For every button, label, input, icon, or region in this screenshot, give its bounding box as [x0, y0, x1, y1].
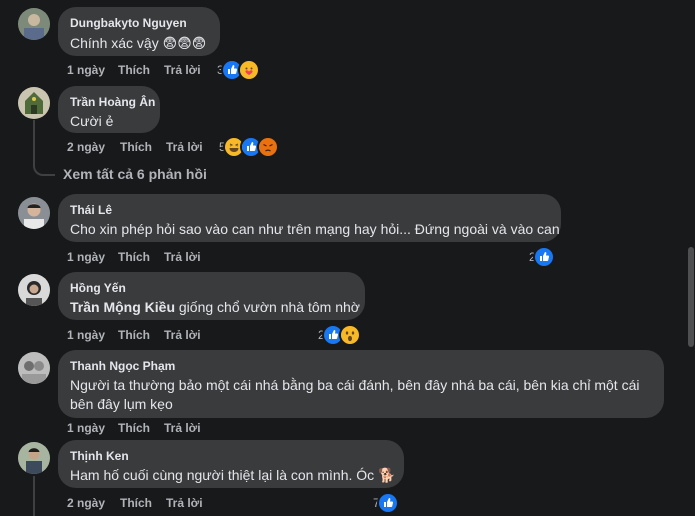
comment-author[interactable]: Hồng Yến: [70, 280, 353, 296]
comment-text: Người ta thường bảo một cái nhá bằng ba …: [70, 377, 640, 412]
like-button[interactable]: Thích: [118, 249, 164, 265]
comment-text: Chính xác vậy 😨😨😨: [70, 35, 207, 51]
comment-actions: 1 ngày Thích Trả lời: [67, 249, 201, 265]
comment-bubble: Thịnh Ken Ham hố cuối cùng người thiệt l…: [58, 440, 404, 488]
reaction-summary[interactable]: 7: [373, 492, 399, 514]
like-button[interactable]: Thích: [118, 327, 164, 343]
thread-elbow: [33, 150, 55, 176]
comment-text-body: giống chổ vườn nhà tôm nhờ: [175, 299, 360, 315]
comment-bubble: Dungbakyto Nguyen Chính xác vậy 😨😨😨: [58, 7, 220, 56]
scrollbar-thumb[interactable]: [688, 247, 694, 347]
comment-time[interactable]: 1 ngày: [67, 327, 119, 343]
angry-icon: [256, 136, 279, 158]
comment-time[interactable]: 1 ngày: [67, 62, 119, 78]
mention-link[interactable]: Trần Mộng Kiều: [70, 299, 175, 315]
scrollbar[interactable]: [687, 0, 695, 516]
comment-author[interactable]: Thái Lê: [70, 202, 549, 218]
comment-time[interactable]: 1 ngày: [67, 249, 119, 265]
reply-button[interactable]: Trả lời: [166, 139, 203, 155]
comment-bubble: Hồng Yến Trần Mộng Kiều giống chổ vườn n…: [58, 272, 365, 320]
like-button[interactable]: Thích: [120, 139, 166, 155]
like-icon: [532, 246, 555, 268]
comment-actions: 1 ngày Thích Trả lời: [67, 327, 201, 343]
view-more-replies[interactable]: Xem tất cả 6 phản hồi: [63, 166, 207, 182]
reply-button[interactable]: Trả lời: [166, 495, 203, 511]
reaction-summary[interactable]: 2: [318, 324, 361, 346]
reply-button[interactable]: Trả lời: [164, 249, 201, 265]
reply-button[interactable]: Trả lời: [164, 327, 201, 343]
thread-line: [33, 476, 35, 516]
avatar[interactable]: [18, 442, 50, 474]
comment-bubble: Trần Hoàng Ân Cười ẻ: [58, 86, 160, 133]
comment-text: Trần Mộng Kiều giống chổ vườn nhà tôm nh…: [70, 298, 360, 317]
like-icon: [376, 492, 399, 514]
comment-bubble: Thanh Ngọc Phạm Người ta thường bảo một …: [58, 350, 664, 418]
avatar[interactable]: [18, 274, 50, 306]
avatar[interactable]: [18, 352, 50, 384]
like-button[interactable]: Thích: [118, 62, 164, 78]
care-icon: [237, 59, 260, 81]
reply-button[interactable]: Trả lời: [164, 420, 201, 436]
comment-bubble: Thái Lê Cho xin phép hỏi sao vào can như…: [58, 194, 561, 242]
comment-author[interactable]: Thịnh Ken: [70, 448, 392, 464]
like-button[interactable]: Thích: [120, 495, 166, 511]
comment-text: Ham hố cuối cùng người thiệt lại là con …: [70, 467, 396, 483]
reaction-summary[interactable]: 5: [219, 136, 279, 158]
comment-actions: 1 ngày Thích Trả lời: [67, 62, 201, 78]
like-button[interactable]: Thích: [118, 420, 164, 436]
comment-time[interactable]: 2 ngày: [67, 139, 119, 155]
comment-time[interactable]: 1 ngày: [67, 420, 119, 436]
comment-author[interactable]: Trần Hoàng Ân: [70, 94, 155, 110]
comment-actions: 2 ngày Thích Trả lời: [67, 139, 203, 155]
comment-text: Cười ẻ: [70, 113, 114, 129]
avatar[interactable]: [18, 8, 50, 40]
avatar[interactable]: [18, 197, 50, 229]
comment-time[interactable]: 2 ngày: [67, 495, 119, 511]
comment-actions: 1 ngày Thích Trả lời: [67, 420, 201, 436]
avatar[interactable]: [18, 87, 50, 119]
reaction-summary[interactable]: 2: [529, 246, 555, 268]
reaction-summary[interactable]: 3: [217, 59, 260, 81]
reply-button[interactable]: Trả lời: [164, 62, 201, 78]
wow-icon: [338, 324, 361, 346]
comment-text: Cho xin phép hỏi sao vào can như trên mạ…: [70, 221, 560, 237]
comment-author[interactable]: Dungbakyto Nguyen: [70, 15, 208, 31]
comment-actions: 2 ngày Thích Trả lời: [67, 495, 203, 511]
comment-author[interactable]: Thanh Ngọc Phạm: [70, 358, 652, 374]
